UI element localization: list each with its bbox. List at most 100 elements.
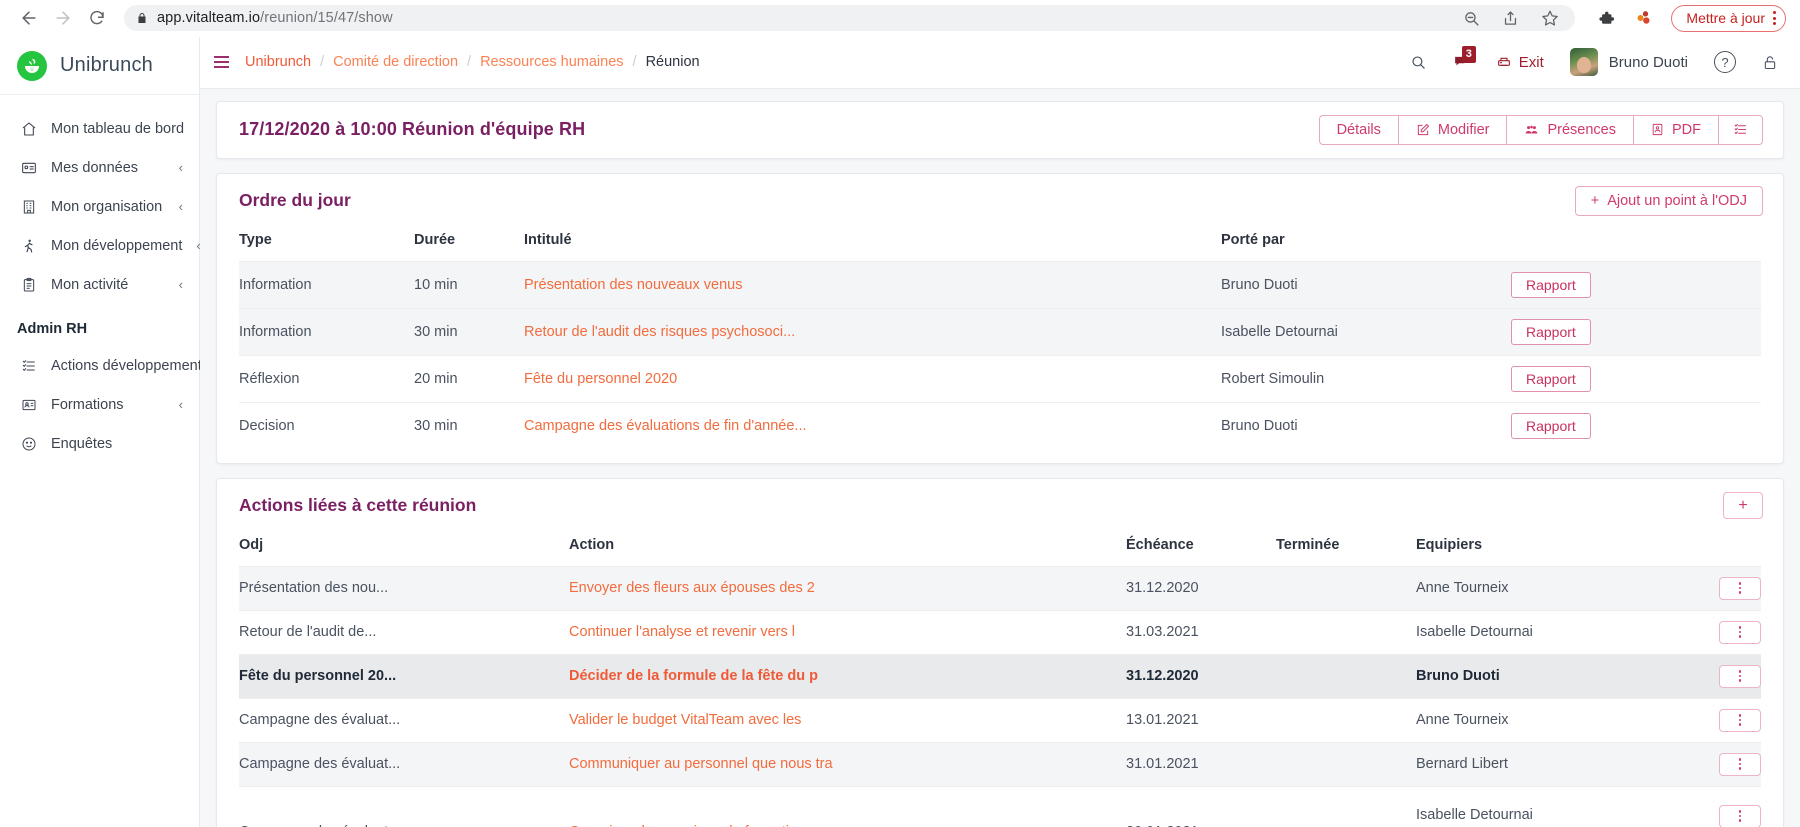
exit-button[interactable]: Exit — [1496, 54, 1544, 71]
table-row[interactable]: Fête du personnel 20... Décider de la fo… — [239, 654, 1761, 698]
sidebar-item-label: Mes données — [51, 160, 165, 176]
sidebar-item-label: Enquêtes — [51, 436, 169, 452]
table-row[interactable]: Réflexion 20 min Fête du personnel 2020 … — [239, 355, 1761, 402]
agenda-cell-intitule-link[interactable]: Campagne des évaluations de fin d'année.… — [524, 402, 1221, 449]
main-area: Unibrunch / Comité de direction / Ressou… — [200, 37, 1800, 827]
home-icon — [20, 121, 37, 137]
chrome-menu-icon[interactable] — [1773, 11, 1776, 25]
notifications-icon[interactable]: 3 — [1453, 54, 1470, 71]
table-row[interactable]: Retour de l'audit de... Continuer l'anal… — [239, 610, 1761, 654]
actions-cell-echeance: 31.03.2021 — [1126, 610, 1276, 654]
row-menu-button[interactable] — [1719, 709, 1761, 732]
rapport-button[interactable]: Rapport — [1511, 272, 1591, 298]
actions-cell-menu — [1671, 786, 1761, 827]
row-menu-button[interactable] — [1719, 753, 1761, 776]
actions-cell-menu — [1671, 742, 1761, 786]
actions-cell-action-link[interactable]: Communiquer au personnel que nous tra — [569, 742, 1126, 786]
rapport-button[interactable]: Rapport — [1511, 413, 1591, 439]
breadcrumb-item-ressources-humaines[interactable]: Ressources humaines — [480, 54, 623, 70]
help-icon[interactable]: ? — [1714, 51, 1736, 73]
add-agenda-item-button[interactable]: + Ajout un point à l'ODJ — [1575, 186, 1763, 216]
row-menu-button[interactable] — [1719, 665, 1761, 688]
table-row[interactable]: Présentation des nou... Envoyer des fleu… — [239, 566, 1761, 610]
agenda-cell-intitule-link[interactable]: Fête du personnel 2020 — [524, 355, 1221, 402]
agenda-cell-duree: 20 min — [414, 355, 524, 402]
sidebar-item-mon-activite[interactable]: Mon activité ‹ — [0, 265, 199, 304]
agenda-cell-intitule-link[interactable]: Présentation des nouveaux venus — [524, 261, 1221, 308]
user-menu[interactable]: Bruno Duoti — [1570, 48, 1688, 76]
share-icon[interactable] — [1502, 10, 1519, 27]
zoom-out-icon[interactable] — [1463, 10, 1480, 27]
extensions-puzzle-icon[interactable] — [1597, 9, 1615, 27]
actions-cell-action-link[interactable]: Envoyer des fleurs aux épouses des 2 — [569, 566, 1126, 610]
search-icon[interactable] — [1410, 54, 1427, 71]
sidebar-item-formations[interactable]: Formations ‹ — [0, 385, 199, 424]
actions-cell-equipiers: Isabelle Detournai Bruno Duoti — [1416, 786, 1671, 827]
sidebar-item-mon-tableau-de-bord[interactable]: Mon tableau de bord — [0, 109, 199, 148]
rapport-button[interactable]: Rapport — [1511, 366, 1591, 392]
table-row[interactable]: Decision 30 min Campagne des évaluations… — [239, 402, 1761, 449]
row-menu-button[interactable] — [1719, 805, 1761, 827]
app-root: U Unibrunch Mon tableau de bord Mes donn… — [0, 37, 1800, 827]
table-row[interactable]: Campagne des évaluat... Valider le budge… — [239, 698, 1761, 742]
pdf-button[interactable]: PDF — [1633, 115, 1718, 145]
forward-button[interactable] — [48, 3, 78, 33]
breadcrumb-item-unibrunch[interactable]: Unibrunch — [245, 54, 311, 70]
table-row[interactable]: Information 30 min Retour de l'audit des… — [239, 308, 1761, 355]
actions-col-action: Action — [569, 533, 1126, 567]
table-row[interactable]: Information 10 min Présentation des nouv… — [239, 261, 1761, 308]
actions-col-menu — [1671, 533, 1761, 567]
agenda-cell-porte-par: Bruno Duoti — [1221, 261, 1511, 308]
browser-extension-area: Mettre à jour — [1583, 5, 1786, 32]
bookmark-star-icon[interactable] — [1541, 9, 1559, 27]
actions-cell-equipiers: Anne Tourneix — [1416, 566, 1671, 610]
profile-dots-icon[interactable] — [1633, 8, 1653, 28]
agenda-cell-action: Rapport — [1511, 261, 1761, 308]
actions-cell-action-link[interactable]: Continuer l'analyse et revenir vers l — [569, 610, 1126, 654]
list-view-button[interactable] — [1718, 115, 1763, 145]
table-row[interactable]: Campagne des évaluat... Organiser des se… — [239, 786, 1761, 827]
agenda-cell-action: Rapport — [1511, 402, 1761, 449]
brand-header[interactable]: U Unibrunch — [0, 37, 199, 95]
modifier-button[interactable]: Modifier — [1398, 115, 1507, 145]
sidebar-item-enquetes[interactable]: Enquêtes — [0, 424, 199, 463]
sidebar-item-mes-donnees[interactable]: Mes données ‹ — [0, 148, 199, 187]
agenda-table-wrap: Type Durée Intitulé Porté par Informatio… — [217, 228, 1783, 463]
table-row[interactable]: Campagne des évaluat... Communiquer au p… — [239, 742, 1761, 786]
actions-cell-action-link[interactable]: Organiser des sessions de formations — [569, 786, 1126, 827]
sidebar-item-mon-developpement[interactable]: Mon développement ‹ — [0, 226, 199, 265]
row-menu-button[interactable] — [1719, 621, 1761, 644]
update-button[interactable]: Mettre à jour — [1671, 5, 1786, 32]
actions-cell-echeance: 13.01.2021 — [1126, 698, 1276, 742]
sidebar: U Unibrunch Mon tableau de bord Mes donn… — [0, 37, 200, 827]
breadcrumb-separator: / — [467, 54, 471, 70]
details-button[interactable]: Détails — [1319, 115, 1398, 145]
sidebar-item-mon-organisation[interactable]: Mon organisation ‹ — [0, 187, 199, 226]
address-bar[interactable]: app.vitalteam.io/reunion/15/47/show — [124, 5, 1575, 31]
agenda-col-intitule: Intitulé — [524, 228, 1221, 262]
lock-open-icon[interactable] — [1762, 54, 1778, 71]
top-bar: Unibrunch / Comité de direction / Ressou… — [200, 37, 1800, 89]
url-path: /reunion/15/47/show — [260, 10, 393, 26]
row-menu-button[interactable] — [1719, 577, 1761, 600]
content-area: 17/12/2020 à 10:00 Réunion d'équipe RH D… — [200, 89, 1800, 827]
rapport-button[interactable]: Rapport — [1511, 319, 1591, 345]
chevron-left-icon: ‹ — [179, 277, 183, 292]
reload-button[interactable] — [82, 3, 112, 33]
agenda-cell-intitule-link[interactable]: Retour de l'audit des risques psychosoci… — [524, 308, 1221, 355]
actions-col-echeance: Échéance — [1126, 533, 1276, 567]
actions-cell-odj: Fête du personnel 20... — [239, 654, 569, 698]
menu-toggle-icon[interactable] — [214, 52, 237, 72]
actions-cell-action-link[interactable]: Valider le budget VitalTeam avec les — [569, 698, 1126, 742]
actions-cell-odj: Présentation des nou... — [239, 566, 569, 610]
unibrunch-logo-icon: U — [17, 51, 47, 81]
details-button-label: Détails — [1337, 122, 1381, 138]
sidebar-item-actions-developpement[interactable]: Actions développement — [0, 346, 199, 385]
back-button[interactable] — [14, 3, 44, 33]
add-action-button[interactable]: + — [1723, 492, 1763, 519]
breadcrumb-item-comite-de-direction[interactable]: Comité de direction — [333, 54, 458, 70]
linked-actions-title: Actions liées à cette réunion — [239, 495, 476, 516]
actions-cell-terminee — [1276, 654, 1416, 698]
presences-button[interactable]: Présences — [1506, 115, 1633, 145]
actions-cell-action-link[interactable]: Décider de la formule de la fête du p — [569, 654, 1126, 698]
